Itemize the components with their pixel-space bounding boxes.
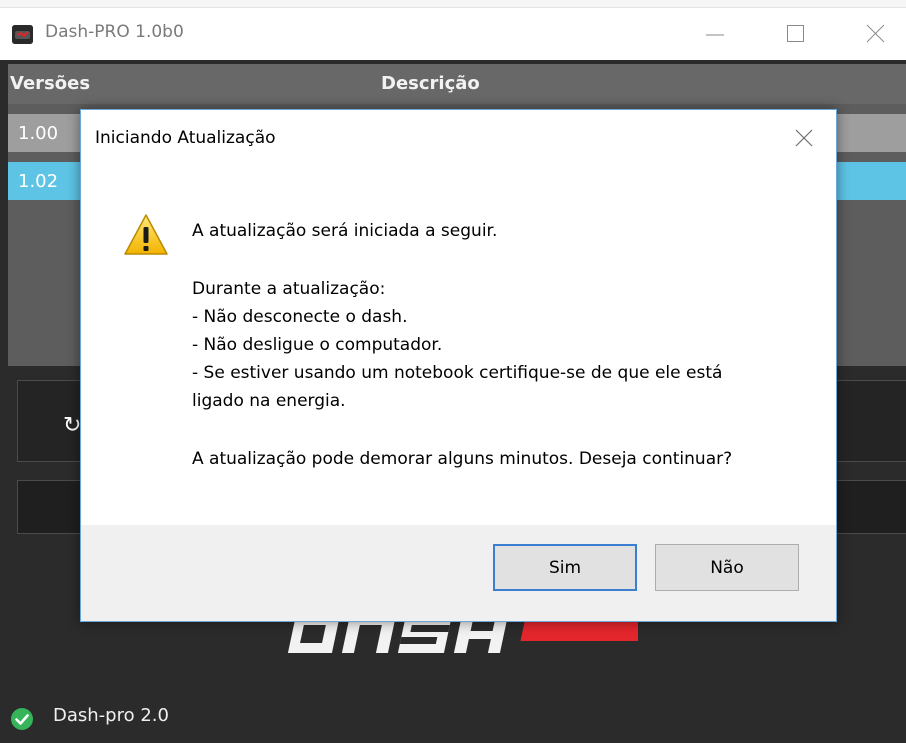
dialog-message-line: - Se estiver usando um notebook certifiq… [192, 363, 723, 383]
dialog-message-line: A atualização será iniciada a seguir. [192, 221, 498, 241]
dialog-message-line: ligado na energia. [192, 391, 346, 411]
maximize-icon [787, 25, 804, 42]
status-text: Dash-pro 2.0 [53, 705, 169, 726]
dialog-message-line: - Não desconecte o dash. [192, 307, 408, 327]
window-titlebar: Dash-PRO 1.0b0 [0, 8, 906, 60]
update-dialog: Iniciando Atualização A atualização será… [80, 109, 837, 622]
minimize-button[interactable] [686, 8, 746, 60]
dialog-title: Iniciando Atualização [95, 128, 276, 148]
check-circle-icon [11, 708, 33, 730]
refresh-icon[interactable]: ↻ [63, 413, 81, 438]
column-header-description[interactable]: Descrição [381, 73, 480, 94]
window-title: Dash-PRO 1.0b0 [45, 22, 184, 42]
close-window-button[interactable] [846, 8, 906, 60]
dialog-button-area: Sim Não [81, 525, 836, 621]
yes-button[interactable]: Sim [493, 544, 637, 591]
dialog-message-line: Durante a atualização: [192, 279, 386, 299]
close-icon [866, 24, 885, 43]
row-version: 1.02 [18, 171, 59, 192]
dialog-message-line: A atualização pode demorar alguns minuto… [192, 449, 733, 469]
row-version: 1.00 [18, 123, 59, 144]
warning-icon [124, 214, 168, 255]
dialog-message-line: - Não desligue o computador. [192, 335, 443, 355]
column-header-versions[interactable]: Versões [10, 73, 90, 94]
app-icon [12, 25, 33, 44]
table-header: Versões Descrição [8, 64, 906, 104]
maximize-button[interactable] [766, 8, 826, 60]
minimize-icon [706, 34, 724, 36]
no-button[interactable]: Não [655, 544, 799, 591]
close-icon [795, 129, 813, 147]
dialog-close-button[interactable] [793, 127, 815, 149]
top-strip [0, 0, 906, 8]
